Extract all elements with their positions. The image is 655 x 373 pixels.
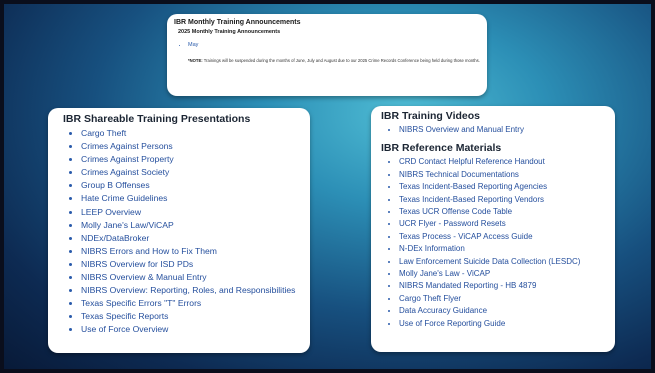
reference-link[interactable]: N-DEx Information <box>399 243 605 255</box>
presentation-link[interactable]: Group B Offenses <box>81 179 300 192</box>
presentations-card: IBR Shareable Training Presentations Car… <box>48 108 310 353</box>
reference-link[interactable]: NIBRS Mandated Reporting - HB 4879 <box>399 280 605 292</box>
presentation-link[interactable]: LEEP Overview <box>81 206 300 219</box>
videos-title: IBR Training Videos <box>381 110 480 122</box>
reference-link[interactable]: Cargo Theft Flyer <box>399 293 605 305</box>
reference-link[interactable]: Texas Incident-Based Reporting Vendors <box>399 194 605 206</box>
presentation-link[interactable]: NDEx/DataBroker <box>81 232 300 245</box>
announcements-subtitle: 2025 Monthly Training Announcements <box>178 29 281 35</box>
reference-link[interactable]: Use of Force Reporting Guide <box>399 318 605 330</box>
videos-references-card: IBR Training Videos NIBRS Overview and M… <box>371 106 615 352</box>
reference-link[interactable]: Data Accuracy Guidance <box>399 305 605 317</box>
references-title: IBR Reference Materials <box>381 142 502 155</box>
reference-link[interactable]: UCR Flyer - Password Resets <box>399 218 605 230</box>
presentation-link[interactable]: Crimes Against Society <box>81 166 300 179</box>
reference-link[interactable]: Molly Jane's Law - ViCAP <box>399 268 605 280</box>
reference-link[interactable]: Texas UCR Offense Code Table <box>399 206 605 218</box>
note-text: Trainings will be suspended during the m… <box>202 58 480 63</box>
announcements-list: May <box>174 42 480 48</box>
presentation-link[interactable]: NIBRS Overview & Manual Entry <box>81 271 300 284</box>
announcements-card: IBR Monthly Training Announcements 2025 … <box>167 14 487 96</box>
presentation-link[interactable]: Use of Force Overview <box>81 323 300 336</box>
reference-link[interactable]: NIBRS Technical Documentations <box>399 169 605 181</box>
presentation-link[interactable]: Crimes Against Property <box>81 153 300 166</box>
reference-link[interactable]: Texas Incident-Based Reporting Agencies <box>399 181 605 193</box>
presentations-list: Cargo Theft Crimes Against Persons Crime… <box>63 127 300 337</box>
announcement-link[interactable]: May <box>188 42 480 48</box>
reference-link[interactable]: Law Enforcement Suicide Data Collection … <box>399 256 605 268</box>
presentation-link[interactable]: Crimes Against Persons <box>81 140 300 153</box>
presentation-link[interactable]: NIBRS Overview for ISD PDs <box>81 258 300 271</box>
presentation-link[interactable]: Texas Specific Reports <box>81 310 300 323</box>
announcement-note: *NOTE: Trainings will be suspended durin… <box>188 58 480 64</box>
video-link[interactable]: NIBRS Overview and Manual Entry <box>399 124 605 136</box>
slide-background: IBR Monthly Training Announcements 2025 … <box>4 4 651 369</box>
note-label: *NOTE: <box>188 58 203 63</box>
announcements-title: IBR Monthly Training Announcements <box>174 19 301 26</box>
reference-link[interactable]: CRD Contact Helpful Reference Handout <box>399 156 605 168</box>
reference-link[interactable]: Texas Process - ViCAP Access Guide <box>399 231 605 243</box>
presentation-link[interactable]: NIBRS Errors and How to Fix Them <box>81 245 300 258</box>
presentation-link[interactable]: Hate Crime Guidelines <box>81 192 300 205</box>
presentation-link[interactable]: Texas Specific Errors "T" Errors <box>81 297 300 310</box>
references-list: CRD Contact Helpful Reference Handout NI… <box>381 156 605 330</box>
presentation-link[interactable]: Molly Jane's Law/ViCAP <box>81 219 300 232</box>
presentation-link[interactable]: NIBRS Overview: Reporting, Roles, and Re… <box>81 284 300 297</box>
presentation-link[interactable]: Cargo Theft <box>81 127 300 140</box>
videos-list: NIBRS Overview and Manual Entry <box>381 124 605 136</box>
presentations-title: IBR Shareable Training Presentations <box>63 113 251 125</box>
